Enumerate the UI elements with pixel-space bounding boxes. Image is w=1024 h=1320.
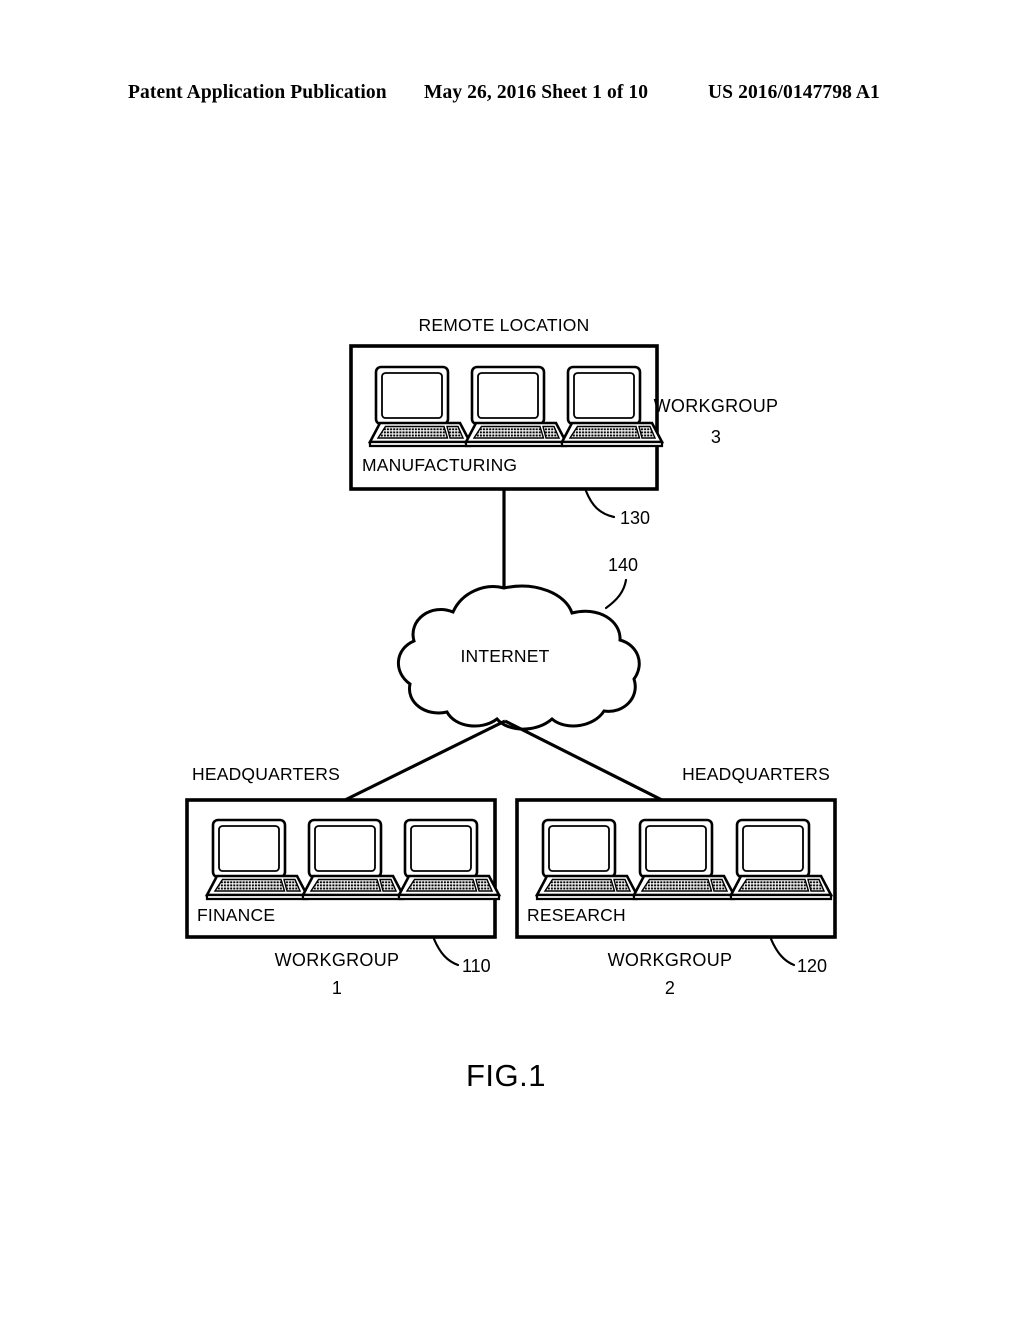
workgroup-label-3: WORKGROUP <box>654 396 779 416</box>
department-label-finance: FINANCE <box>197 905 275 925</box>
figure-caption: FIG.1 <box>466 1058 546 1093</box>
site-label-headquarters-right: HEADQUARTERS <box>682 764 830 784</box>
workgroup-label-2: WORKGROUP <box>608 950 733 970</box>
laptop-group-remote-location <box>368 365 664 448</box>
reference-numeral-120: 120 <box>797 956 827 976</box>
site-headquarters-research: HEADQUARTERS RESEARCH WORKGROUP 2 120 <box>515 764 837 998</box>
site-remote-location: REMOTE LOCATION MANUFACTURING WORKGROUP … <box>349 315 779 528</box>
department-label-research: RESEARCH <box>527 905 626 925</box>
workgroup-number-1: 1 <box>332 978 342 998</box>
connector-cloud-to-research <box>504 719 663 802</box>
lead-line-120 <box>769 937 796 967</box>
cloud-internet: INTERNET 140 <box>396 555 641 731</box>
site-label-remote-location: REMOTE LOCATION <box>419 315 590 335</box>
workgroup-label-1: WORKGROUP <box>275 950 400 970</box>
department-label-manufacturing: MANUFACTURING <box>362 455 517 475</box>
site-label-headquarters-left: HEADQUARTERS <box>192 764 340 784</box>
laptop-group-finance <box>205 818 501 901</box>
laptop-group-research <box>535 818 833 901</box>
workgroup-number-2: 2 <box>665 978 675 998</box>
reference-numeral-110: 110 <box>462 956 491 976</box>
patent-page: Patent Application Publication May 26, 2… <box>0 0 1024 1320</box>
lead-line-130 <box>584 489 616 519</box>
lead-line-110 <box>432 937 460 967</box>
cloud-label-internet: INTERNET <box>460 646 549 666</box>
site-headquarters-finance: HEADQUARTERS FINANCE WORKGROUP 1 110 <box>185 764 501 998</box>
lead-line-140 <box>604 578 628 610</box>
reference-numeral-140: 140 <box>608 555 638 575</box>
workgroup-number-3: 3 <box>711 427 721 447</box>
connector-cloud-to-finance <box>344 719 506 802</box>
figure-1-diagram: REMOTE LOCATION MANUFACTURING WORKGROUP … <box>185 315 837 1093</box>
reference-numeral-130: 130 <box>620 508 650 528</box>
